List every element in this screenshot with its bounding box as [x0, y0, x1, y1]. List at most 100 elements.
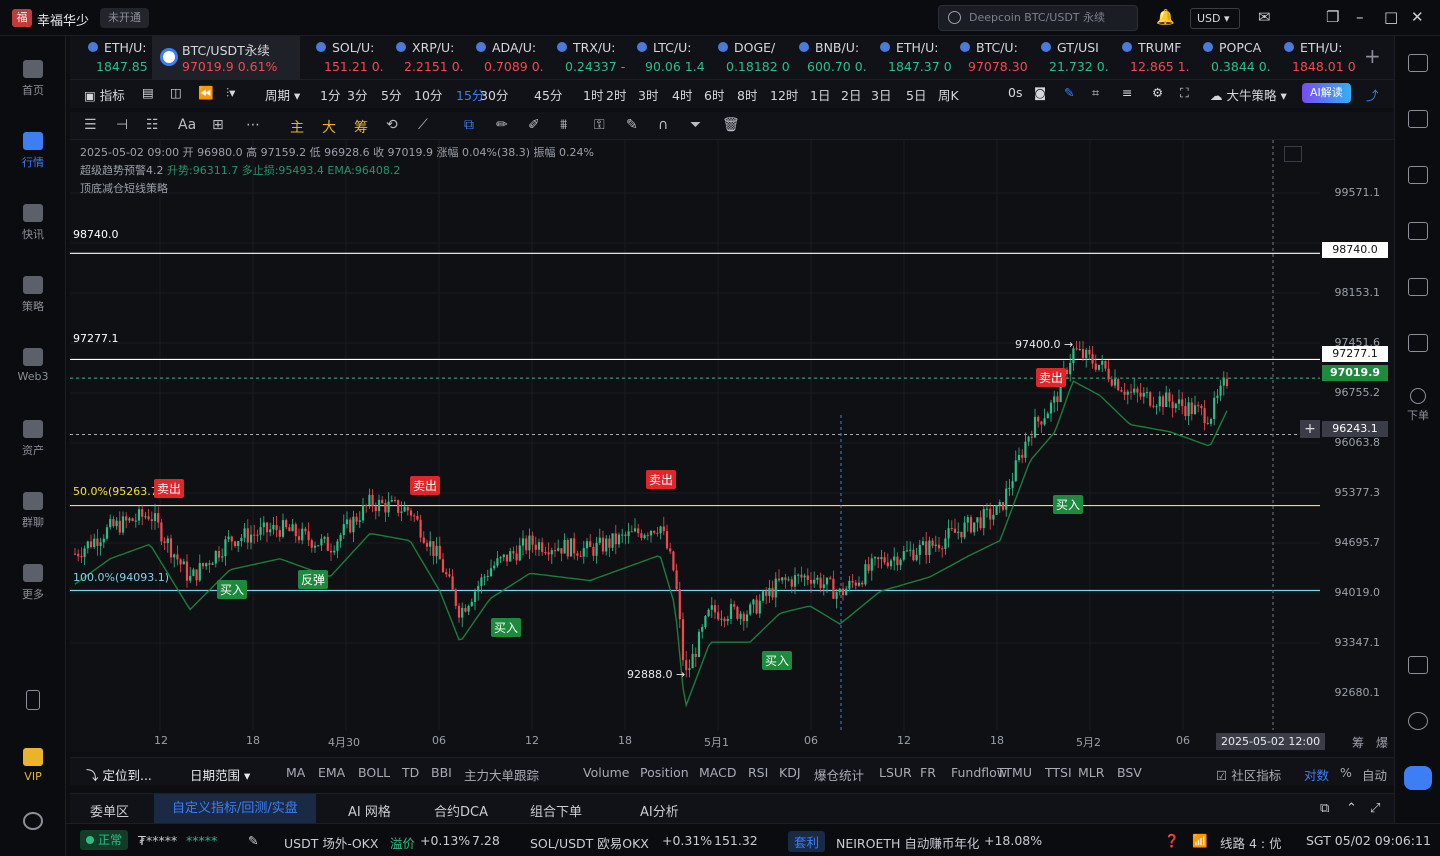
swap-icon[interactable]: ⟲ — [386, 117, 398, 133]
order-button[interactable]: 下单 — [1395, 388, 1440, 423]
sidebar-item-chat[interactable]: 群聊 — [0, 492, 66, 530]
timeframe-option[interactable]: 4时 — [672, 85, 692, 104]
filter-icon[interactable]: ⏷ — [690, 117, 701, 133]
popout-icon[interactable]: ⧉ — [1320, 801, 1329, 816]
edit-icon[interactable]: ✎ — [626, 117, 638, 133]
camera-icon[interactable]: ◙ — [1034, 85, 1046, 100]
tab-custom-indicator[interactable]: 自定义指标/回测/实盘 — [154, 794, 316, 824]
indicator-option[interactable]: KDJ — [779, 765, 801, 780]
sidebar-item-more[interactable]: 更多 — [0, 564, 66, 602]
list-icon[interactable] — [1408, 54, 1428, 72]
ticker-tab[interactable]: ETH/U: 1847.37 0 — [880, 36, 958, 80]
settings-icon[interactable] — [0, 812, 66, 834]
search-input[interactable]: Deepcoin BTC/USDT 永续 — [938, 5, 1138, 31]
log-scale-toggle[interactable]: 对数 — [1304, 765, 1329, 784]
settings-small-icon[interactable]: ⚙ — [1152, 85, 1163, 100]
ticker-tab[interactable]: SOL/U: 151.21 0. — [316, 36, 394, 80]
indicator-option[interactable]: TTMU — [997, 765, 1032, 780]
timeframe-option[interactable]: 12时 — [770, 85, 798, 104]
timeframe-option[interactable]: 1时 — [583, 85, 603, 104]
timeframe-option[interactable]: 3分 — [347, 85, 367, 104]
network-line[interactable]: 线路 4 : 优 — [1220, 833, 1282, 852]
ticker-tab[interactable]: BTC/USDT永续 97019.9 0.61% — [152, 36, 300, 80]
period-select[interactable]: 周期 ▾ — [265, 85, 300, 104]
draw-line-icon[interactable]: ⟋ — [418, 117, 428, 133]
indicator-button[interactable]: ▣ 指标 — [84, 85, 125, 104]
magnet-icon[interactable]: ∩ — [658, 117, 668, 133]
ticker-tab[interactable]: BTC/U: 97078.30 — [960, 36, 1038, 80]
indicator-option[interactable]: 主力大单跟踪 — [464, 765, 539, 784]
sidebar-item-news[interactable]: 快讯 — [0, 204, 66, 242]
tab-ai-analysis[interactable]: AI分析 — [640, 801, 679, 820]
locate-button[interactable]: ⤵ 定位到... — [86, 765, 152, 784]
timeframe-option[interactable]: 10分 — [414, 85, 442, 104]
copy-icon[interactable]: ⧉ — [464, 117, 474, 133]
sidebar-item-vip[interactable]: VIP — [0, 748, 66, 783]
candle-type-icon[interactable]: ⫶▾ — [226, 85, 235, 101]
text-tool-icon[interactable]: Aa — [178, 117, 196, 133]
trash-icon[interactable]: 🗑 — [722, 117, 740, 133]
membership-badge[interactable]: 未开通 — [100, 8, 149, 28]
indicator-option[interactable]: BBI — [431, 765, 452, 780]
tab-orders[interactable]: 委单区 — [90, 801, 129, 820]
horizontal-line-icon[interactable]: ⊣ — [116, 117, 128, 133]
timeframe-option[interactable]: 2时 — [606, 85, 626, 104]
neiro-label[interactable]: NEIROETH 自动赚币年化 — [836, 833, 979, 852]
close-icon[interactable]: ✕ — [1411, 8, 1424, 26]
timeframe-option[interactable]: 5分 — [381, 85, 401, 104]
main-toggle[interactable]: 主 — [290, 117, 304, 137]
collapse-icon[interactable] — [1284, 146, 1302, 162]
document-icon[interactable] — [1408, 110, 1428, 128]
percent-scale-toggle[interactable]: % — [1340, 765, 1352, 780]
crop-icon[interactable]: ⌗ — [1092, 85, 1099, 101]
strategy-select[interactable]: ☁ 大牛策略 ▾ — [1210, 85, 1287, 104]
ticker-tab[interactable]: LTC/U: 90.06 1.4 — [637, 36, 715, 80]
ticker-tab[interactable]: ADA/U: 0.7089 0. — [476, 36, 554, 80]
share-icon[interactable]: ⤴ — [1366, 85, 1379, 104]
rewind-icon[interactable]: ⏪ — [198, 85, 214, 101]
bell-icon[interactable]: 🔔 — [1156, 8, 1175, 26]
timeframe-option[interactable]: 1分 — [320, 85, 340, 104]
indicator-option[interactable]: MACD — [699, 765, 736, 780]
price-chart[interactable]: 2025-05-02 09:00 开 96980.0 高 97159.2 低 9… — [70, 140, 1394, 752]
timeframe-option[interactable]: 周K — [938, 85, 959, 104]
ticker-tab[interactable]: GT/USI 21.732 0. — [1041, 36, 1119, 80]
price-axis[interactable]: 98740.0 97277.1 97019.9 96243.1 99571.1 9… — [1320, 140, 1394, 752]
indicator-option[interactable]: BSV — [1117, 765, 1142, 780]
pen-icon[interactable]: ✎ — [1064, 85, 1074, 100]
sidebar-item-web3[interactable]: Web3 — [0, 348, 66, 383]
dollar-icon[interactable] — [1408, 166, 1428, 184]
sol-label[interactable]: SOL/USDT 欧易OKX — [530, 833, 649, 852]
indicator-option[interactable]: BOLL — [358, 765, 390, 780]
indicator-option[interactable]: Volume — [583, 765, 630, 780]
indicator-option[interactable]: LSUR — [879, 765, 912, 780]
ticker-tab[interactable]: TRX/U: 0.24337 - — [557, 36, 635, 80]
ruler-icon[interactable]: ⊞ — [212, 117, 224, 133]
signal-icon[interactable] — [1408, 222, 1428, 240]
help-icon[interactable]: ❓ — [1164, 833, 1180, 849]
edit-icon[interactable]: ✎ — [248, 833, 258, 848]
fullscreen-icon[interactable]: ⛶ — [1180, 85, 1189, 101]
panel-icon[interactable]: ❐ — [1326, 8, 1339, 26]
auto-scale-toggle[interactable]: 自动 — [1362, 765, 1387, 784]
ticker-tab[interactable]: DOGE/0.18182 0 — [718, 36, 796, 80]
menu-icon[interactable]: ☰ — [84, 117, 97, 133]
timeframe-option[interactable]: 3日 — [871, 85, 891, 104]
monitor-icon[interactable] — [1408, 278, 1428, 296]
timeframe-option[interactable]: 2日 — [841, 85, 861, 104]
pencil-icon[interactable]: ✏ — [496, 117, 508, 133]
timeframe-option[interactable]: 3时 — [638, 85, 658, 104]
timeframe-option[interactable]: 30分 — [480, 85, 508, 104]
ai-interpret-button[interactable]: AI解读 — [1302, 83, 1351, 103]
ticker-tab[interactable]: ETH/U: 1848.01 0 — [1284, 36, 1362, 80]
timeframe-option[interactable]: 5日 — [906, 85, 926, 104]
layout-split-icon[interactable]: ◫ — [170, 85, 182, 100]
mail-icon[interactable]: ✉ — [1258, 8, 1271, 26]
indicator-option[interactable]: TD — [402, 765, 419, 780]
add-alert-button[interactable]: + — [1300, 420, 1320, 438]
ticker-tab[interactable]: XRP/U: 2.2151 0. — [396, 36, 474, 80]
sidebar-item-assets[interactable]: 资产 — [0, 420, 66, 458]
community-indicators[interactable]: ☑ 社区指标 — [1216, 765, 1281, 784]
chart-canvas[interactable] — [70, 140, 1394, 752]
indicator-option[interactable]: Position — [640, 765, 689, 780]
